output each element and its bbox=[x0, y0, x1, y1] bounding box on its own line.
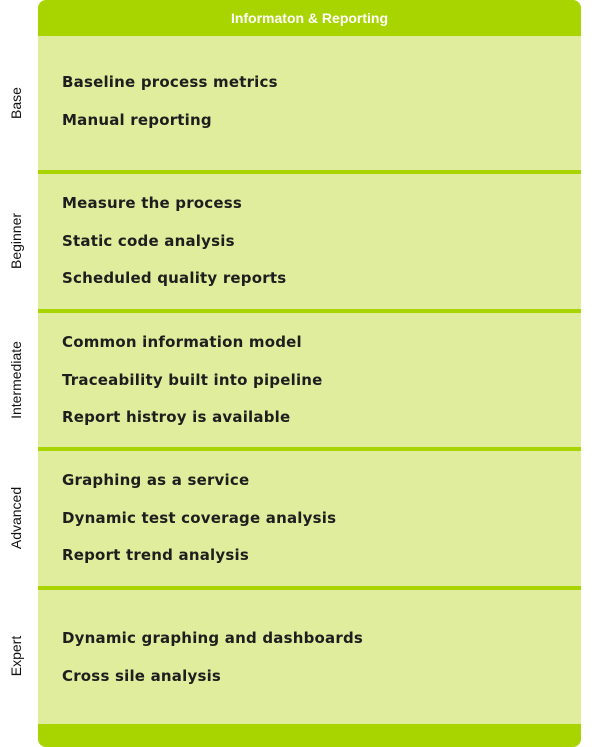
list-item: Baseline process metrics bbox=[62, 73, 278, 91]
level-band-advanced: Graphing as a service Dynamic test cover… bbox=[38, 447, 581, 586]
list-item: Scheduled quality reports bbox=[62, 269, 287, 287]
level-band-beginner: Measure the process Static code analysis… bbox=[38, 170, 581, 309]
level-label-advanced: Advanced bbox=[8, 486, 24, 550]
level-band-expert: Dynamic graphing and dashboards Cross si… bbox=[38, 586, 581, 724]
maturity-panel: Informaton & Reporting Baseline process … bbox=[38, 0, 581, 747]
list-item: Traceability built into pipeline bbox=[62, 371, 323, 389]
panel-header: Informaton & Reporting bbox=[38, 0, 581, 36]
list-item: Measure the process bbox=[62, 194, 243, 212]
list-item: Cross sile analysis bbox=[62, 667, 222, 685]
level-label-beginner: Beginner bbox=[8, 212, 24, 270]
level-label-intermediate: Intermediate bbox=[8, 341, 24, 419]
level-band-intermediate: Common information model Traceability bu… bbox=[38, 309, 581, 447]
list-item: Report histroy is available bbox=[62, 408, 291, 426]
list-item: Manual reporting bbox=[62, 111, 212, 129]
level-label-base: Base bbox=[8, 87, 24, 119]
list-item: Report trend analysis bbox=[62, 546, 249, 564]
level-band-base: Baseline process metrics Manual reportin… bbox=[38, 36, 581, 170]
panel-footer bbox=[38, 724, 581, 747]
list-item: Common information model bbox=[62, 333, 302, 351]
list-item: Graphing as a service bbox=[62, 471, 250, 489]
list-item: Dynamic test coverage analysis bbox=[62, 509, 337, 527]
list-item: Dynamic graphing and dashboards bbox=[62, 629, 364, 647]
level-label-expert: Expert bbox=[8, 635, 24, 677]
list-item: Static code analysis bbox=[62, 232, 235, 250]
